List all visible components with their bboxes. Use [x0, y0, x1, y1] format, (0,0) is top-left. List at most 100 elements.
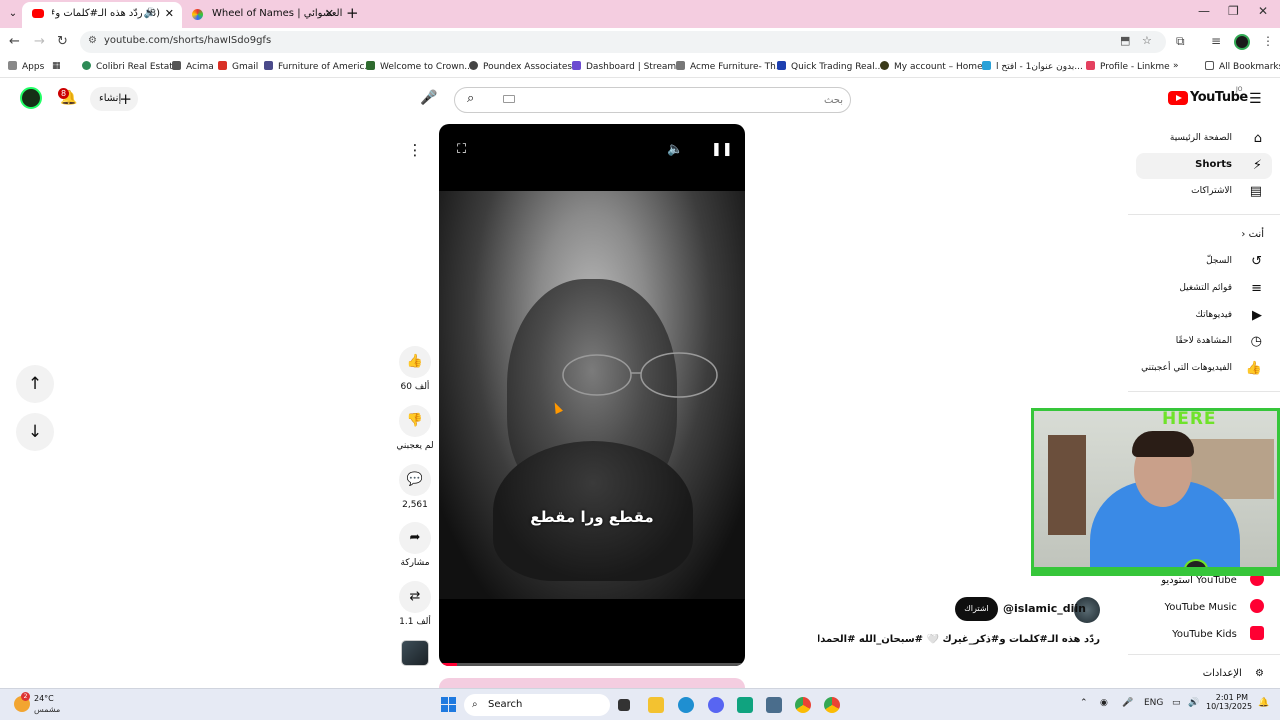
profile-avatar[interactable] — [1234, 34, 1250, 50]
forward-icon[interactable]: → — [34, 34, 45, 49]
bookmark-crown[interactable]: Welcome to Crown... — [366, 61, 473, 72]
system-clock[interactable]: 2:01 PM 10/13/2025 — [1206, 693, 1252, 711]
bookmark-dashboard[interactable]: Dashboard | Stream... — [572, 61, 685, 72]
more-options-icon[interactable]: ⋮ — [400, 135, 430, 165]
tab-wheel-of-names[interactable]: Wheel of Names | سم العشوائي ✕ — [182, 2, 342, 28]
bookmark-linkme[interactable]: Profile - Linkme — [1086, 61, 1170, 72]
bookmark-colibri[interactable]: Colibri Real Estate — [82, 61, 178, 72]
tab-close-icon[interactable]: ✕ — [165, 2, 174, 26]
new-tab-icon[interactable]: + — [346, 4, 359, 22]
tray-display-icon[interactable]: ▭ — [1172, 698, 1181, 708]
account-avatar[interactable] — [20, 87, 42, 109]
address-bar[interactable]: ⚙ youtube.com/shorts/hawISdo9gfs ⬒ ☆ — [80, 31, 1166, 53]
bookmark-gmail[interactable]: Gmail — [218, 61, 258, 72]
chatgpt-icon[interactable] — [737, 697, 753, 713]
bookmark-star-icon[interactable]: ☆ — [1142, 34, 1152, 47]
sidebar-item-youtube-kids[interactable]: YouTube Kids — [1172, 626, 1264, 640]
bookmark-acima[interactable]: Acima — [172, 61, 214, 72]
pause-icon[interactable]: ❚❚ — [711, 142, 733, 157]
minimize-icon[interactable]: — — [1198, 4, 1210, 18]
tray-network-icon[interactable]: ◉ — [1100, 698, 1108, 708]
notifications-icon[interactable]: 🔔 — [1258, 698, 1269, 708]
taskbar-search[interactable]: ⌕ Search — [464, 694, 610, 716]
taskbar-search-label: Search — [488, 699, 523, 710]
fullscreen-icon[interactable]: ⛶ — [457, 142, 466, 157]
dislike-button[interactable]: 👎 لم يعجبني — [396, 405, 434, 451]
extensions-icon[interactable]: ⧉ — [1176, 34, 1185, 49]
sidebar-item-youtube-music[interactable]: YouTube Music — [1165, 599, 1264, 613]
site-info-icon[interactable]: ⚙ — [88, 35, 97, 46]
sidebar-you-heading[interactable]: أنت ‹ — [1241, 229, 1264, 240]
sidebar-item-label: استوديو YouTube — [1161, 575, 1237, 586]
task-view-icon[interactable] — [618, 699, 630, 711]
file-explorer-icon[interactable] — [648, 697, 664, 713]
voice-search-icon[interactable]: 🎤 — [420, 90, 437, 106]
back-icon[interactable]: ← — [9, 34, 20, 49]
sidebar-item-shorts[interactable]: ⚡ Shorts — [1136, 153, 1272, 179]
sidebar-item-subscriptions[interactable]: ▤ الاشتراكات — [1136, 179, 1272, 205]
foa-icon — [264, 61, 273, 70]
tab-close-icon[interactable]: ✕ — [325, 2, 334, 26]
subscribe-button[interactable]: اشتراك — [955, 597, 998, 621]
previous-short-button[interactable]: ↑ — [16, 365, 54, 403]
tab-audio-icon[interactable]: 🔊 — [144, 2, 156, 26]
chrome-icon[interactable] — [795, 697, 811, 713]
windows-start-icon[interactable] — [441, 697, 457, 713]
channel-handle[interactable]: @islamic_diin — [1003, 602, 1086, 615]
bookmark-quick-trading[interactable]: Quick Trading Real... — [777, 61, 883, 72]
chrome-alt-icon[interactable] — [824, 697, 840, 713]
reload-icon[interactable]: ↻ — [57, 34, 68, 49]
tray-overflow-icon[interactable]: ⌃ — [1080, 698, 1088, 708]
bookmark-poundex[interactable]: Poundex Associates... — [469, 61, 581, 72]
shorts-video-player[interactable]: ⛶ 🔈 ❚❚ مقطع ورا مقطع — [439, 124, 745, 666]
like-button[interactable]: 👍 60 ألف — [396, 346, 434, 392]
video-progress-bar[interactable] — [439, 663, 745, 666]
video-title[interactable]: ردّد هذه الـ#كلمات و#ذكر_غيرك 🤍 #سبحان_ا… — [818, 634, 1100, 645]
bookmark-apps[interactable]: Apps — [8, 61, 44, 72]
restore-icon[interactable]: ❐ — [1228, 4, 1239, 18]
comments-button[interactable]: 💬 2,561 — [396, 464, 434, 510]
sidebar-item-settings[interactable]: ⚙ الإعدادات — [1203, 668, 1264, 679]
sidebar-item-home[interactable]: ⌂ الصفحة الرئيسية — [1136, 126, 1272, 152]
bookmarks-overflow[interactable]: » — [1173, 61, 1179, 71]
install-app-icon[interactable]: ⬒ — [1120, 34, 1130, 47]
bookmark-my-account[interactable]: My account – Home... — [880, 61, 991, 72]
tab-youtube-short[interactable]: (8) ردّد هذه الـ#كلمات و#ذكر 🔊 ✕ — [22, 2, 182, 28]
tab-search-icon[interactable]: ⌄ — [4, 5, 22, 23]
search-box[interactable]: ⌕ — [454, 87, 851, 113]
next-short-button[interactable]: ↓ — [16, 413, 54, 451]
share-button[interactable]: ➦ مشاركة — [396, 522, 434, 568]
sidebar-item-your-videos[interactable]: ▶ فيديوهاتك — [1136, 303, 1272, 329]
remote-desktop-icon[interactable] — [766, 697, 782, 713]
media-control-icon[interactable]: ≡ — [1211, 34, 1221, 48]
search-icon[interactable]: ⌕ — [467, 91, 474, 106]
tab-grid-icon[interactable]: ▦ — [52, 61, 61, 71]
menu-hamburger-icon[interactable]: ☰ — [1249, 91, 1262, 107]
bookmark-untitled[interactable]: بدون عنوان1 - افتح ا... — [982, 61, 1083, 72]
bookmark-furniture-of-america[interactable]: Furniture of Americ... — [264, 61, 373, 72]
language-indicator[interactable]: ENG — [1144, 698, 1163, 708]
chrome-menu-icon[interactable]: ⋮ — [1262, 34, 1274, 48]
create-button[interactable]: إنشاء + — [90, 87, 138, 111]
bookmark-acme[interactable]: Acme Furniture- Th... — [676, 61, 784, 72]
tray-volume-icon[interactable]: 🔊 — [1188, 698, 1199, 708]
sidebar-divider — [1128, 654, 1280, 655]
sidebar-item-liked[interactable]: 👍 الفيديوهات التي أعجبتني — [1136, 356, 1272, 382]
discord-icon[interactable] — [708, 697, 724, 713]
sidebar-item-playlists[interactable]: ≡ قوائم التشغيل — [1136, 276, 1272, 302]
tray-mic-icon[interactable]: 🎤 — [1122, 698, 1133, 708]
edge-icon[interactable] — [678, 697, 694, 713]
sidebar-item-watch-later[interactable]: ◷ المشاهدة لاحقًا — [1136, 329, 1272, 355]
weather-description: مشمس — [34, 705, 61, 714]
volume-icon[interactable]: 🔈 — [667, 142, 683, 157]
arrow-down-icon: ↓ — [27, 422, 43, 442]
sidebar-item-history[interactable]: ↺ السجلّ — [1136, 249, 1272, 275]
close-window-icon[interactable]: ✕ — [1258, 4, 1268, 18]
all-bookmarks[interactable]: All Bookmarks — [1205, 61, 1280, 72]
cam-door-shape — [1048, 435, 1086, 535]
linkme-icon — [1086, 61, 1095, 70]
search-input[interactable] — [503, 90, 843, 110]
weather-temperature[interactable]: 24°C — [34, 694, 54, 703]
sound-thumbnail[interactable] — [401, 640, 429, 666]
remix-button[interactable]: ⇄ 1.1 ألف — [396, 581, 434, 627]
